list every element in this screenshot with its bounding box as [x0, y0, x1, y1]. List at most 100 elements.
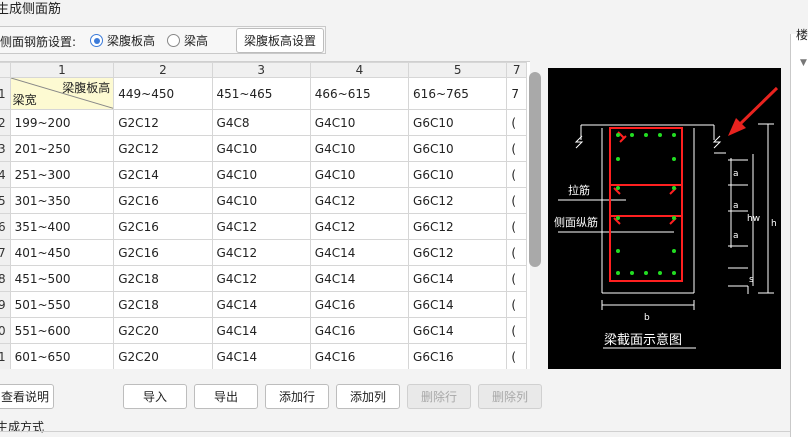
beam-width-cell[interactable]: 551~600 — [9, 317, 115, 344]
rebar-spec-cell[interactable]: G4C10 — [309, 135, 410, 162]
rebar-spec-cell[interactable]: ( — [506, 135, 527, 162]
rebar-spec-cell[interactable]: ( — [506, 343, 527, 369]
row-header[interactable]: 9 — [0, 291, 11, 318]
rebar-spec-cell[interactable]: G2C16 — [113, 239, 213, 266]
row-header[interactable]: 8 — [0, 265, 11, 292]
rebar-spec-cell[interactable]: G4C12 — [309, 213, 410, 240]
rebar-spec-cell[interactable]: ( — [506, 291, 527, 318]
delete-column-button[interactable]: 删除列 — [478, 384, 542, 409]
beam-width-cell[interactable]: 251~300 — [9, 161, 115, 188]
rebar-spec-cell[interactable]: ( — [506, 161, 527, 188]
rebar-spec-cell[interactable]: G4C14 — [309, 239, 410, 266]
rebar-spec-cell[interactable]: ( — [506, 187, 527, 214]
row-header[interactable]: 7 — [0, 239, 11, 266]
height-range-cell[interactable]: 451~465 — [211, 77, 311, 110]
rebar-spec-cell[interactable]: G4C12 — [211, 213, 311, 240]
beam-width-cell[interactable]: 351~400 — [9, 213, 115, 240]
beam-width-cell[interactable]: 301~350 — [9, 187, 115, 214]
row-header[interactable]: 5 — [0, 187, 11, 214]
rebar-spec-cell[interactable]: G6C14 — [408, 291, 508, 318]
table-row[interactable]: 0551~600G2C20G4C14G4C16G6C14( — [0, 317, 527, 344]
rebar-spec-cell[interactable]: G6C16 — [408, 343, 508, 369]
table-row[interactable]: 1601~650G2C20G4C14G4C16G6C16( — [0, 343, 527, 369]
rebar-spec-cell[interactable]: G6C12 — [408, 213, 508, 240]
rebar-spec-cell[interactable]: G2C18 — [113, 265, 213, 292]
row-header[interactable]: 3 — [0, 135, 11, 162]
add-column-button[interactable]: 添加列 — [336, 384, 400, 409]
row-header-1[interactable]: 1 — [0, 77, 11, 110]
row-header[interactable]: 1 — [0, 343, 11, 369]
col-header-1[interactable]: 1 — [9, 62, 115, 78]
rebar-spec-cell[interactable]: G2C12 — [113, 135, 213, 162]
rebar-spec-cell[interactable]: G2C14 — [113, 161, 213, 188]
table-row[interactable]: 6351~400G2C16G4C12G4C12G6C12( — [0, 213, 527, 240]
rebar-spec-cell[interactable]: G6C12 — [408, 239, 508, 266]
table-row[interactable]: 3201~250G2C12G4C10G4C10G6C10( — [0, 135, 527, 162]
rebar-spec-cell[interactable]: ( — [506, 109, 527, 136]
rebar-spec-cell[interactable]: ( — [506, 317, 527, 344]
radio-beam-height[interactable]: 梁高 — [167, 32, 208, 49]
radio-web-height[interactable]: 梁腹板高 — [90, 32, 155, 49]
beam-width-cell[interactable]: 401~450 — [9, 239, 115, 266]
beam-width-cell[interactable]: 201~250 — [9, 135, 115, 162]
table-row[interactable]: 7401~450G2C16G4C12G4C14G6C12( — [0, 239, 527, 266]
view-help-button[interactable]: 查看说明 — [0, 384, 54, 409]
rebar-spec-cell[interactable]: ( — [506, 239, 527, 266]
table-row[interactable]: 4251~300G2C14G4C10G4C10G6C10( — [0, 161, 527, 188]
row-header[interactable]: 6 — [0, 213, 11, 240]
rebar-spec-cell[interactable]: G2C20 — [113, 343, 213, 369]
col-header-5[interactable]: 5 — [408, 62, 508, 78]
col-header-4[interactable]: 4 — [309, 62, 410, 78]
rebar-spec-cell[interactable]: G4C14 — [211, 343, 311, 369]
delete-row-button[interactable]: 删除行 — [407, 384, 471, 409]
rebar-spec-cell[interactable]: G4C12 — [211, 265, 311, 292]
rebar-spec-cell[interactable]: G4C16 — [309, 343, 410, 369]
rebar-spec-cell[interactable]: G4C10 — [309, 161, 410, 188]
row-header[interactable]: 2 — [0, 109, 11, 136]
rebar-spec-cell[interactable]: G4C14 — [309, 265, 410, 292]
add-row-button[interactable]: 添加行 — [265, 384, 329, 409]
beam-width-cell[interactable]: 601~650 — [9, 343, 115, 369]
rebar-spec-cell[interactable]: G2C18 — [113, 291, 213, 318]
rebar-spec-cell[interactable]: G4C10 — [211, 187, 311, 214]
height-range-cell[interactable]: 7 — [506, 77, 527, 110]
rebar-spec-cell[interactable]: G6C10 — [408, 161, 508, 188]
rebar-spec-cell[interactable]: G4C12 — [309, 187, 410, 214]
row-header[interactable]: 0 — [0, 317, 11, 344]
rebar-spec-cell[interactable]: G2C12 — [113, 109, 213, 136]
rebar-spec-cell[interactable]: ( — [506, 265, 527, 292]
beam-width-cell[interactable]: 199~200 — [9, 109, 115, 136]
chevron-down-icon[interactable]: ▼ — [800, 58, 807, 68]
rebar-spec-cell[interactable]: G4C16 — [309, 291, 410, 318]
rebar-spec-cell[interactable]: G4C8 — [211, 109, 311, 136]
rebar-spec-cell[interactable]: G2C16 — [113, 187, 213, 214]
height-range-cell[interactable]: 616~765 — [408, 77, 508, 110]
radio-beam-height-indicator[interactable] — [167, 34, 180, 47]
rebar-spec-cell[interactable]: G4C14 — [211, 291, 311, 318]
rebar-spec-cell[interactable]: G4C16 — [309, 317, 410, 344]
beam-width-cell[interactable]: 451~500 — [9, 265, 115, 292]
radio-web-height-indicator[interactable] — [90, 34, 103, 47]
rebar-spec-cell[interactable]: ( — [506, 213, 527, 240]
col-header-2[interactable]: 2 — [113, 62, 213, 78]
rebar-spec-cell[interactable]: G6C10 — [408, 109, 508, 136]
col-header-3[interactable]: 3 — [211, 62, 311, 78]
table-row[interactable]: 9501~550G2C18G4C14G4C16G6C14( — [0, 291, 527, 318]
height-range-cell[interactable]: 466~615 — [309, 77, 410, 110]
rebar-spec-cell[interactable]: G4C12 — [211, 239, 311, 266]
web-height-settings-button[interactable]: 梁腹板高设置 — [236, 28, 324, 53]
rebar-spec-cell[interactable]: G4C10 — [211, 161, 311, 188]
import-button[interactable]: 导入 — [123, 384, 187, 409]
rebar-spec-cell[interactable]: G2C20 — [113, 317, 213, 344]
rebar-spec-cell[interactable]: G6C10 — [408, 135, 508, 162]
rebar-spec-cell[interactable]: G6C14 — [408, 317, 508, 344]
height-range-cell[interactable]: 449~450 — [113, 77, 213, 110]
col-header-7[interactable]: 7 — [506, 62, 527, 78]
table-row[interactable]: 8451~500G2C18G4C12G4C14G6C14( — [0, 265, 527, 292]
rebar-spec-cell[interactable]: G6C12 — [408, 187, 508, 214]
beam-width-cell[interactable]: 501~550 — [9, 291, 115, 318]
rebar-spec-cell[interactable]: G2C16 — [113, 213, 213, 240]
table-row[interactable]: 5301~350G2C16G4C10G4C12G6C12( — [0, 187, 527, 214]
diagonal-header-cell[interactable]: 梁腹板高 梁宽 — [9, 77, 115, 110]
rebar-spec-cell[interactable]: G4C10 — [309, 109, 410, 136]
